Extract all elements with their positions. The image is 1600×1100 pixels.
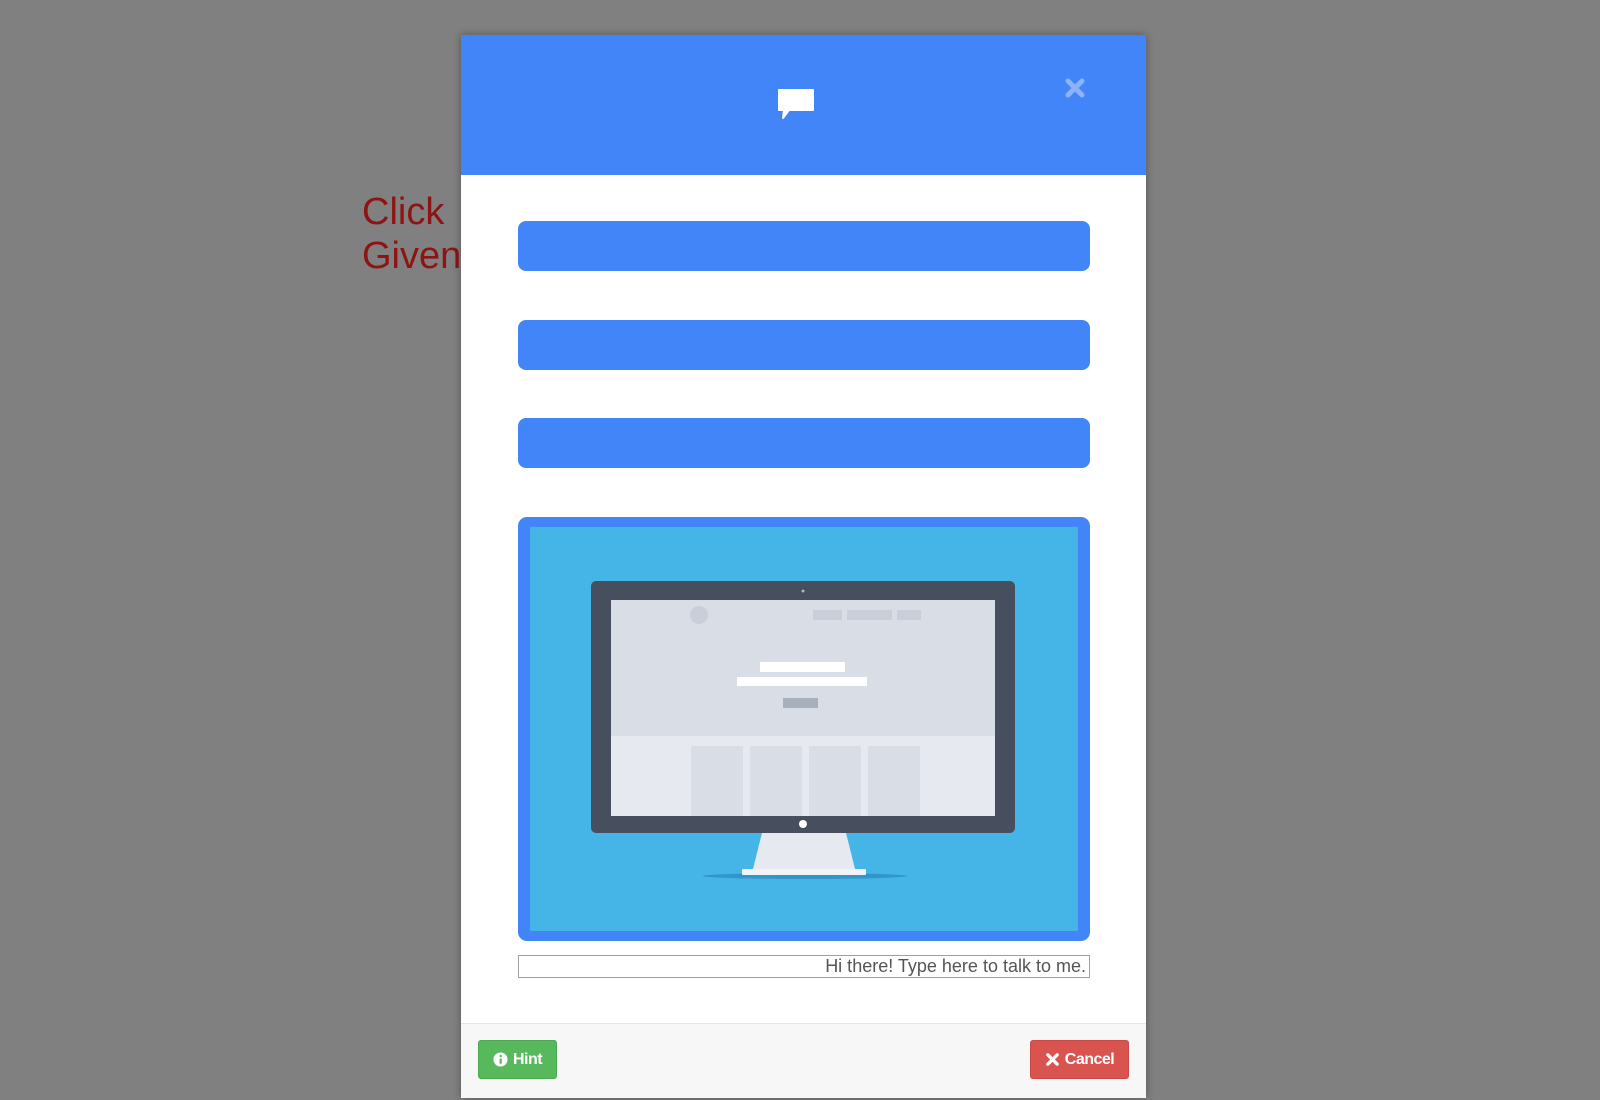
modal-footer: Hint Cancel — [461, 1023, 1146, 1098]
cancel-button-label: Cancel — [1064, 1050, 1115, 1068]
background-text: Click Given — [362, 190, 461, 278]
image-option[interactable] — [518, 517, 1090, 941]
monitor-illustration — [530, 527, 1078, 931]
hint-button-label: Hint — [512, 1050, 543, 1068]
close-icon[interactable] — [1064, 77, 1086, 99]
chat-modal: Hint Cancel — [461, 35, 1146, 1098]
monitor-svg — [591, 581, 1015, 879]
chat-bubble-icon — [778, 89, 814, 119]
option-bar-1[interactable] — [518, 221, 1090, 271]
background-text-line-1: Click — [362, 191, 445, 233]
info-circle-icon — [493, 1052, 508, 1067]
modal-header — [461, 35, 1146, 175]
modal-body — [461, 175, 1146, 1023]
option-bar-2[interactable] — [518, 320, 1090, 370]
cancel-button[interactable]: Cancel — [1030, 1040, 1129, 1079]
hint-button[interactable]: Hint — [478, 1040, 557, 1079]
background-text-line-2: Given — [362, 235, 462, 277]
times-icon — [1045, 1053, 1059, 1066]
chat-input[interactable] — [518, 955, 1090, 978]
option-bar-3[interactable] — [518, 418, 1090, 468]
